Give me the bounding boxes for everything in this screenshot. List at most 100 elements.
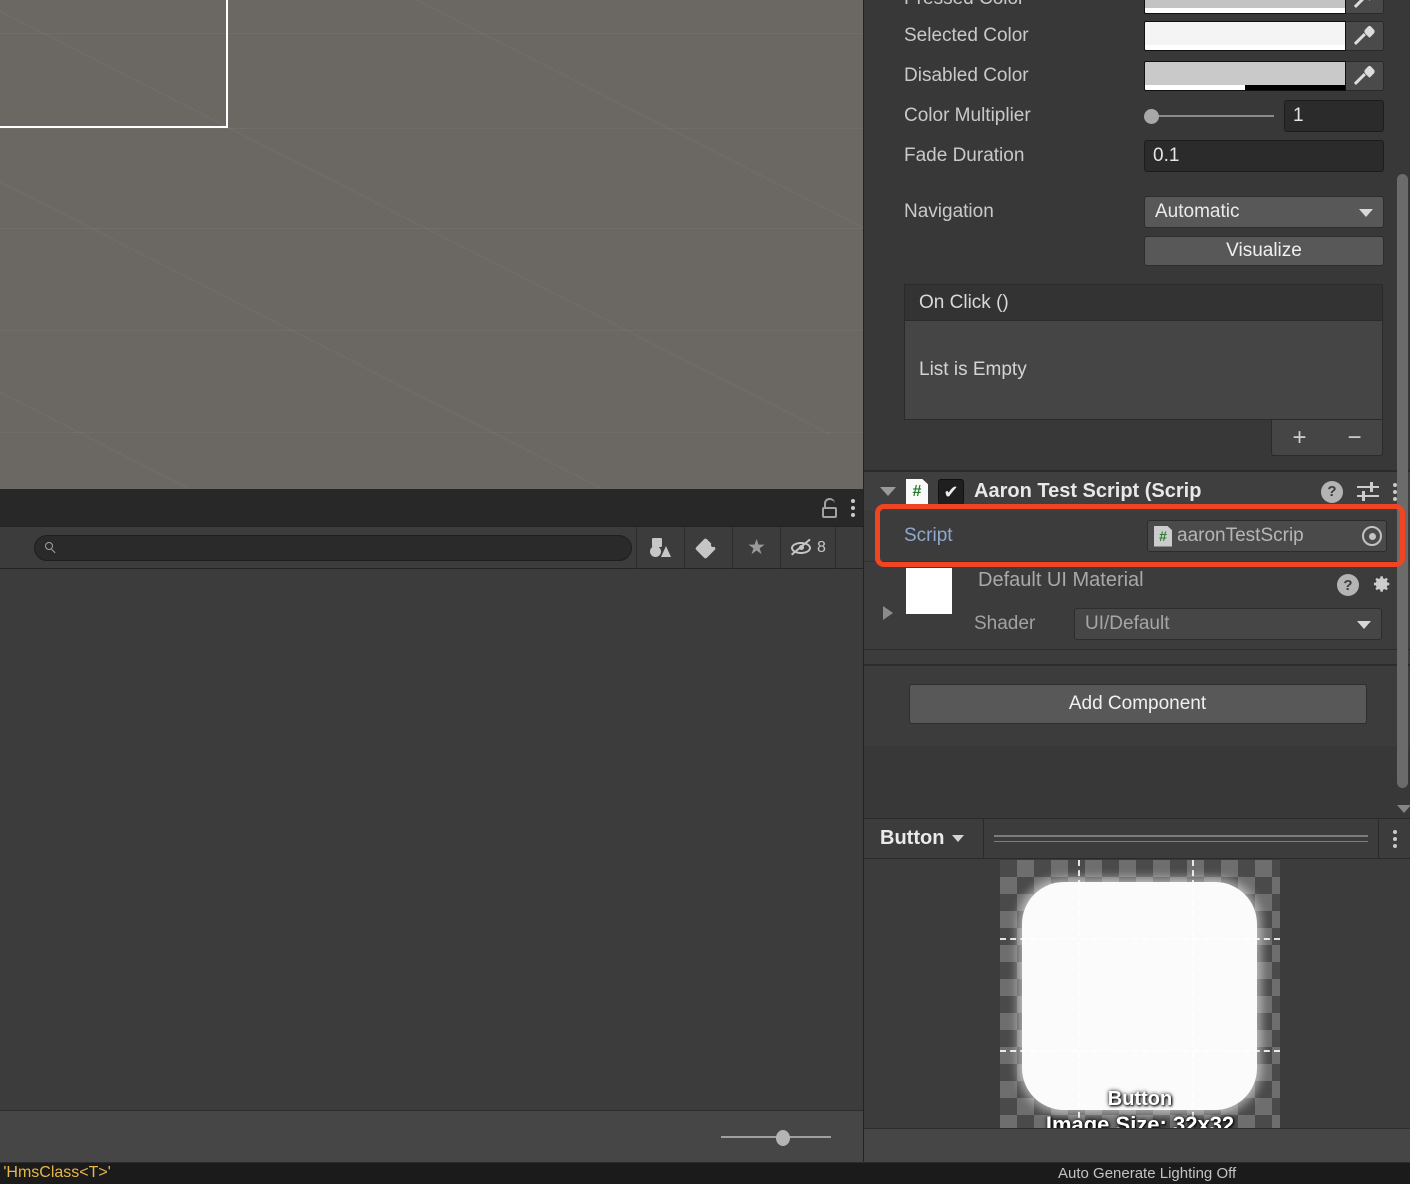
slice-guide-horizontal-top <box>1000 938 1280 940</box>
preview-footer <box>864 1128 1410 1162</box>
selected-color-field[interactable] <box>1144 21 1384 51</box>
kebab-menu-icon[interactable] <box>851 499 855 517</box>
script-object-field[interactable]: # aaronTestScrip <box>1147 520 1387 552</box>
project-zoom-slider[interactable] <box>721 1128 831 1146</box>
object-picker-icon[interactable] <box>1362 526 1382 546</box>
status-bar[interactable]: n 'HmsClass<T>' Auto Generate Lighting O… <box>0 1162 1410 1184</box>
project-filter-buttons: ★ 8 <box>636 526 836 569</box>
chevron-down-icon <box>1357 621 1371 629</box>
navigation-value: Automatic <box>1155 201 1240 222</box>
color-multiplier-label: Color Multiplier <box>904 105 1031 126</box>
eyedropper-icon[interactable] <box>1346 0 1384 14</box>
gear-icon[interactable] <box>1371 573 1393 595</box>
on-click-empty-text: List is Empty <box>904 320 1383 420</box>
triangle-down-icon[interactable] <box>880 487 896 496</box>
component-enabled-checkbox[interactable]: ✔ <box>938 478 964 505</box>
color-multiplier-value[interactable]: 1 <box>1284 100 1384 132</box>
help-icon[interactable]: ? <box>1337 574 1359 596</box>
search-input[interactable] <box>63 540 621 555</box>
preview-target-label: Button <box>880 827 945 849</box>
row-visualize: Visualize <box>864 232 1410 270</box>
csharp-script-icon: # <box>906 478 928 505</box>
disabled-color-field[interactable] <box>1144 61 1384 91</box>
row-disabled-color: Disabled Color <box>864 56 1410 96</box>
inspector-scroll-area: Pressed Color Selected Color <box>864 0 1410 818</box>
hidden-count: 8 <box>817 538 826 556</box>
left-column: ★ 8 <box>0 0 863 1184</box>
preview-panel: Button Button Image Size: 32x32 <box>864 818 1410 1162</box>
project-footer <box>0 1110 863 1162</box>
add-listener-button[interactable]: + <box>1292 425 1306 450</box>
scene-view[interactable] <box>0 0 863 489</box>
shader-value: UI/Default <box>1085 613 1170 634</box>
add-component-button[interactable]: Add Component <box>908 684 1367 724</box>
triangle-right-icon[interactable] <box>883 606 893 620</box>
preview-header: Button <box>864 819 1410 859</box>
project-toolbar: ★ 8 <box>0 526 863 569</box>
component-title: Aaron Test Script (Scrip <box>974 480 1202 502</box>
pressed-color-swatch[interactable] <box>1144 0 1346 14</box>
chevron-down-icon[interactable] <box>1397 805 1410 813</box>
row-selected-color: Selected Color <box>864 16 1410 56</box>
shapes-filter-icon[interactable] <box>636 526 684 569</box>
remove-listener-button[interactable]: − <box>1347 425 1361 450</box>
script-object-value: aaronTestScrip <box>1177 525 1304 546</box>
button-sprite <box>1022 882 1257 1110</box>
disabled-color-swatch[interactable] <box>1144 61 1346 91</box>
project-panel: ★ 8 <box>0 489 863 1184</box>
material-name: Default UI Material <box>978 569 1144 591</box>
hidden-eye-icon[interactable]: 8 <box>780 526 836 569</box>
project-tabbar <box>0 489 863 527</box>
fade-duration-label: Fade Duration <box>904 145 1025 166</box>
visualize-button[interactable]: Visualize <box>1144 236 1384 266</box>
add-component-zone: Add Component <box>864 665 1410 746</box>
eyedropper-icon[interactable] <box>1346 21 1384 51</box>
row-navigation: Navigation Automatic <box>864 192 1410 232</box>
material-swatch[interactable] <box>906 568 952 614</box>
chevron-down-icon <box>1359 209 1373 217</box>
inspector-panel: Pressed Color Selected Color <box>863 0 1410 1184</box>
preview-sprite-name: Button <box>1107 1088 1173 1110</box>
on-click-toolbar: + − <box>1271 420 1383 456</box>
navigation-label: Navigation <box>904 201 994 222</box>
tag-filter-icon[interactable] <box>684 526 732 569</box>
help-icon[interactable]: ? <box>1321 480 1343 503</box>
inspector-scrollbar[interactable] <box>1395 0 1410 818</box>
script-field-row-wrapper: Script # aaronTestScrip <box>864 504 1410 567</box>
pressed-color-label: Pressed Color <box>904 0 1144 10</box>
scrollbar-thumb[interactable] <box>1397 174 1408 788</box>
script-field-row: Script # aaronTestScrip <box>864 511 1410 561</box>
project-content-area[interactable] <box>0 569 863 1110</box>
status-message[interactable]: n 'HmsClass<T>' <box>0 1164 111 1182</box>
preset-sliders-icon[interactable] <box>1357 481 1379 502</box>
navigation-dropdown[interactable]: Automatic <box>1144 196 1384 228</box>
chevron-down-icon <box>952 835 965 842</box>
eyedropper-icon[interactable] <box>1346 61 1384 91</box>
canvas-selection-outline <box>0 0 228 128</box>
shader-dropdown[interactable]: UI/Default <box>1074 608 1382 640</box>
row-fade-duration: Fade Duration 0.1 <box>864 136 1410 176</box>
row-color-multiplier: Color Multiplier 1 <box>864 96 1410 136</box>
drag-handle-icon[interactable] <box>984 819 1379 858</box>
preview-target-dropdown[interactable]: Button <box>864 819 984 858</box>
fade-duration-value[interactable]: 0.1 <box>1144 140 1384 172</box>
material-preview-block: Default UI Material ? Shader UI/Default <box>864 561 1410 649</box>
color-multiplier-slider[interactable] <box>1144 108 1274 124</box>
on-click-event-list: On Click () List is Empty + − <box>904 284 1383 456</box>
aaron-test-script-component-header[interactable]: # ✔ Aaron Test Script (Scrip ? <box>864 471 1410 511</box>
on-click-header: On Click () <box>904 284 1383 320</box>
selected-color-swatch[interactable] <box>1144 21 1346 51</box>
kebab-menu-icon[interactable] <box>1379 819 1410 858</box>
preview-canvas[interactable]: Button Image Size: 32x32 <box>864 860 1410 1137</box>
project-search-field[interactable] <box>34 534 632 561</box>
pressed-color-field[interactable] <box>1144 0 1384 14</box>
lock-open-icon[interactable] <box>821 498 839 518</box>
csharp-script-icon: # <box>1154 525 1172 547</box>
selected-color-label: Selected Color <box>904 25 1029 46</box>
slice-guide-horizontal-bottom <box>1000 1050 1280 1052</box>
shader-label: Shader <box>974 613 1036 634</box>
disabled-color-label: Disabled Color <box>904 65 1029 86</box>
search-icon <box>45 541 57 554</box>
star-favorites-icon[interactable]: ★ <box>732 526 780 569</box>
script-label: Script <box>904 525 953 546</box>
